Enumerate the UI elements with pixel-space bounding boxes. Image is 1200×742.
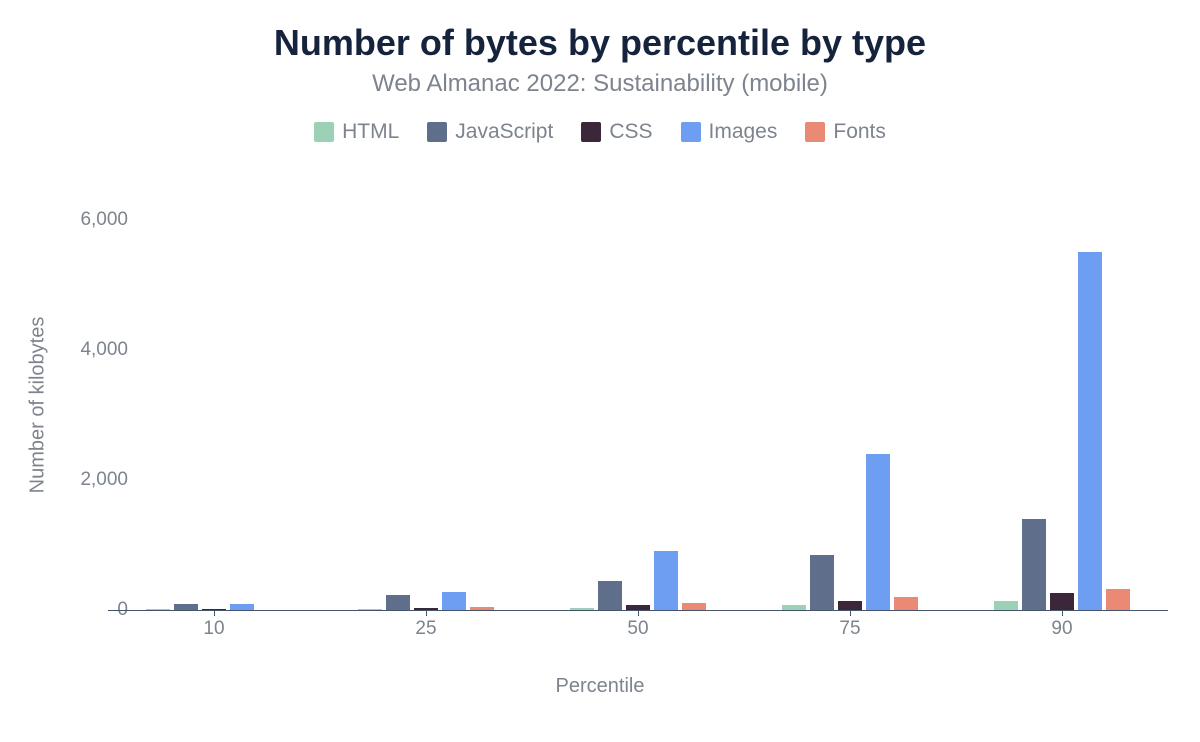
y-tick-label: 2,000 [48, 469, 128, 491]
bar-images-75 [866, 454, 890, 610]
bar-images-90 [1078, 252, 1102, 610]
x-tick-mark [214, 610, 215, 616]
legend-label: Images [709, 120, 778, 144]
legend-item-html[interactable]: HTML [314, 120, 399, 144]
bar-fonts-90 [1106, 589, 1130, 610]
legend-item-fonts[interactable]: Fonts [805, 120, 886, 144]
legend-swatch-icon [314, 122, 334, 142]
x-tick-mark [1062, 610, 1063, 616]
x-tick-mark [426, 610, 427, 616]
y-tick-label: 4,000 [48, 339, 128, 361]
legend-label: JavaScript [455, 120, 553, 144]
bar-javascript-75 [810, 555, 834, 610]
legend-swatch-icon [681, 122, 701, 142]
y-axis-label: Number of kilobytes [27, 317, 50, 494]
x-tick-label: 10 [203, 618, 224, 640]
bar-css-75 [838, 601, 862, 610]
bar-html-90 [994, 601, 1018, 610]
bar-javascript-25 [386, 595, 410, 610]
legend-swatch-icon [427, 122, 447, 142]
bar-fonts-50 [682, 603, 706, 610]
legend-swatch-icon [805, 122, 825, 142]
x-axis-label: Percentile [556, 675, 645, 698]
y-tick-label: 6,000 [48, 209, 128, 231]
x-tick-label: 75 [839, 618, 860, 640]
legend-item-css[interactable]: CSS [581, 120, 652, 144]
x-tick-mark [638, 610, 639, 616]
bar-images-25 [442, 592, 466, 610]
legend-item-javascript[interactable]: JavaScript [427, 120, 553, 144]
legend-label: CSS [609, 120, 652, 144]
chart-title: Number of bytes by percentile by type [0, 0, 1200, 64]
bar-javascript-90 [1022, 519, 1046, 610]
plot-area [108, 200, 1168, 610]
legend-swatch-icon [581, 122, 601, 142]
x-tick-mark [850, 610, 851, 616]
bar-javascript-50 [598, 581, 622, 610]
x-tick-label: 25 [415, 618, 436, 640]
x-tick-label: 50 [627, 618, 648, 640]
legend: HTML JavaScript CSS Images Fonts [0, 120, 1200, 144]
chart-subtitle: Web Almanac 2022: Sustainability (mobile… [0, 70, 1200, 98]
bar-images-50 [654, 551, 678, 610]
legend-label: Fonts [833, 120, 886, 144]
legend-item-images[interactable]: Images [681, 120, 778, 144]
bar-css-90 [1050, 593, 1074, 610]
legend-label: HTML [342, 120, 399, 144]
bar-fonts-75 [894, 597, 918, 610]
x-tick-label: 90 [1051, 618, 1072, 640]
